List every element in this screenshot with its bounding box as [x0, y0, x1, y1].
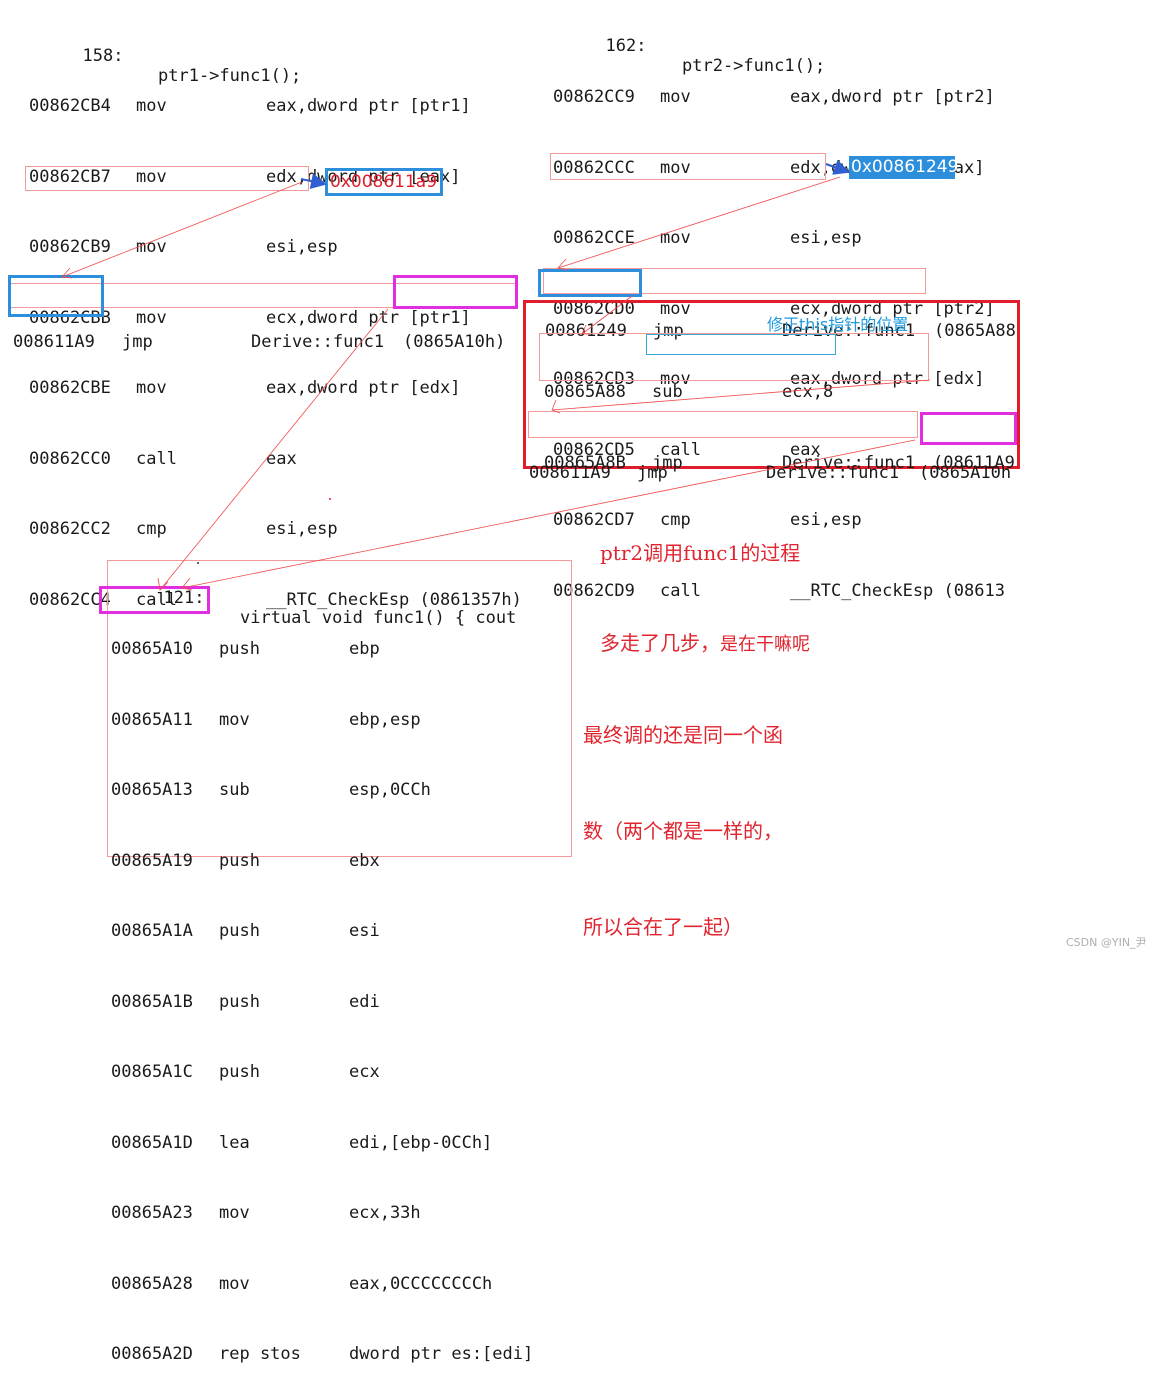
arrow-right-eax-pointer	[825, 159, 850, 175]
arrow-left-eax-pointer	[300, 173, 327, 189]
connector-overlay	[61, 159, 931, 591]
asm-operands: ecx,33h	[349, 1203, 421, 1223]
asm-address: 00865A23	[111, 1203, 193, 1223]
asm-address: 00865A1B	[111, 991, 193, 1012]
asm-operands: dword ptr es:[edi]	[349, 1344, 534, 1364]
arrow-thunk-to-jmp2	[551, 379, 931, 411]
asm-opcode: mov	[219, 1273, 250, 1294]
asm-address: 00865A1C	[111, 1062, 193, 1082]
asm-row: 00865A28 mov eax,0CCCCCCCCh	[111, 1273, 566, 1297]
asm-operands: edi	[349, 991, 380, 1012]
asm-opcode: push	[219, 1062, 260, 1082]
asm-row: 00865A2D rep stos dword ptr es:[edi]	[111, 1343, 566, 1367]
asm-opcode: push	[219, 991, 260, 1012]
arrow-jmp-to-thunk	[581, 295, 633, 335]
asm-address: 00865A1D	[111, 1132, 193, 1153]
arrow-jmp2-to-func-head	[181, 577, 193, 591]
asm-operands: ecx	[349, 1062, 380, 1082]
asm-row: 00865A1D lea edi,[ebp-0CCh]	[111, 1132, 566, 1156]
asm-address: 00865A2D	[111, 1344, 193, 1364]
asm-opcode: lea	[219, 1132, 250, 1153]
arrow-left-call-to-jmp	[61, 181, 303, 278]
arrow-right-call-to-jmp-head	[557, 258, 569, 271]
asm-opcode: rep stos	[219, 1344, 301, 1364]
asm-row: 00865A1B push edi	[111, 991, 566, 1015]
stray-dot	[329, 498, 331, 500]
arrow-right-call-to-jmp	[557, 176, 841, 269]
asm-opcode: mov	[219, 1203, 250, 1223]
asm-operands: eax,0CCCCCCCCh	[349, 1273, 493, 1294]
stray-dot	[197, 562, 199, 564]
arrow-thunk-to-jmp2-head	[551, 399, 561, 414]
arrow-jmp2-to-func	[181, 439, 916, 589]
asm-row: 00865A23 mov ecx,33h	[111, 1202, 566, 1226]
asm-row: 00865A1C push ecx	[111, 1061, 566, 1085]
arrow-left-jmp-to-func-head	[157, 577, 169, 591]
asm-address: 00865A28	[111, 1273, 193, 1294]
asm-operands: edi,[ebp-0CCh]	[349, 1132, 493, 1153]
arrow-left-jmp-to-func	[159, 308, 389, 591]
